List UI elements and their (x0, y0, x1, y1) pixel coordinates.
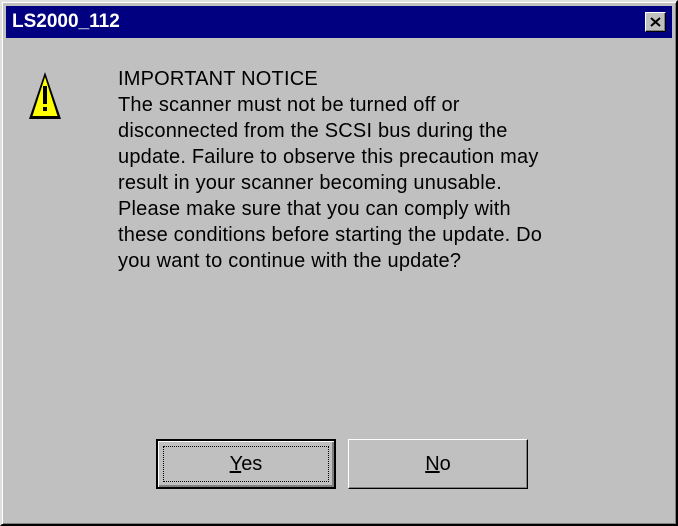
title-bar[interactable]: LS2000_112 (6, 6, 672, 38)
message-line: Please make sure that you can comply wit… (118, 198, 511, 220)
message-line: update. Failure to observe this precauti… (118, 146, 539, 168)
no-mnemonic: N (425, 452, 440, 475)
yes-button[interactable]: Yes (156, 439, 336, 489)
yes-mnemonic: Y (229, 452, 242, 475)
close-button[interactable] (645, 12, 666, 32)
warning-icon (29, 72, 61, 119)
message-line: The scanner must not be turned off or (118, 94, 460, 116)
yes-label-rest: es (241, 452, 263, 475)
message-line: disconnected from the SCSI bus during th… (118, 120, 508, 142)
focus-rectangle: Yes (163, 446, 329, 482)
notice-message: IMPORTANT NOTICE The scanner must not be… (118, 66, 672, 274)
no-label-rest: o (439, 452, 451, 475)
message-dialog: LS2000_112 IMPORTANT NOTICE The scanner … (0, 0, 678, 526)
yes-button-label: Yes (230, 453, 263, 476)
message-line: result in your scanner becoming unusable… (118, 172, 502, 194)
message-line: you want to continue with the update? (118, 250, 462, 272)
close-icon (650, 17, 661, 27)
message-heading: IMPORTANT NOTICE (118, 68, 318, 90)
no-button[interactable]: No (348, 439, 528, 489)
window-title: LS2000_112 (12, 11, 120, 32)
no-button-label: No (425, 453, 451, 476)
message-line: these conditions before starting the upd… (118, 224, 543, 246)
